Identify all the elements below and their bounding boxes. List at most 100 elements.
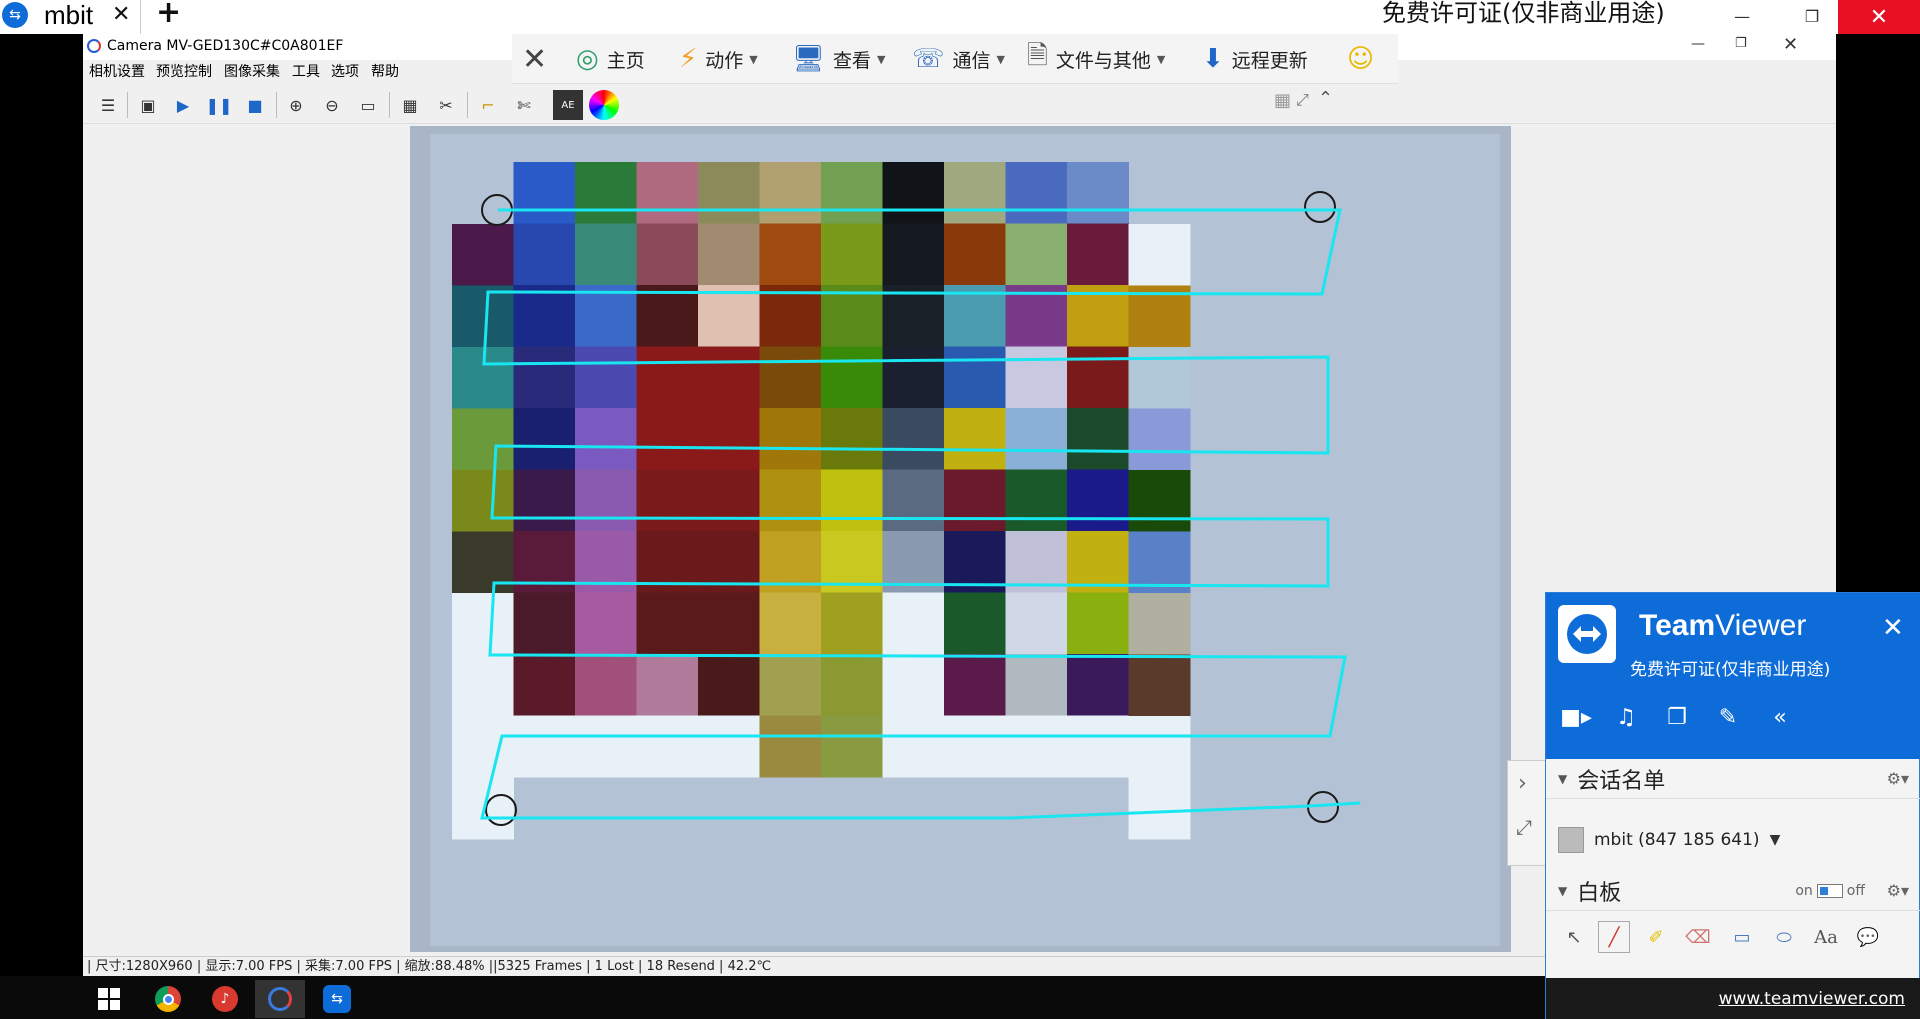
ruler-icon[interactable]: ⌐ <box>473 90 503 120</box>
teamviewer-website-link[interactable]: www.teamviewer.com <box>1719 989 1905 1009</box>
lightning-icon: ⚡ <box>679 44 698 74</box>
fit-screen-icon[interactable]: ▭ <box>353 90 383 120</box>
camera-maximize-icon[interactable]: ❐ <box>1735 36 1765 58</box>
panel-close-icon[interactable]: ✕ <box>1882 613 1904 643</box>
camera-minimize-icon[interactable]: — <box>1691 36 1721 58</box>
pen-icon[interactable]: ╱ <box>1598 921 1630 953</box>
home-icon: ◎ <box>576 44 599 74</box>
text-tool-icon[interactable]: Aa <box>1810 921 1842 953</box>
toolbar-files-button[interactable]: 🗎 文件与其他 ▼ <box>1027 41 1165 76</box>
camera-app-taskbar-icon[interactable] <box>255 980 305 1018</box>
color-patch <box>452 716 514 778</box>
color-patch <box>821 654 883 716</box>
grid-icon[interactable]: ▦ <box>1274 90 1291 111</box>
stop-icon[interactable]: ■ <box>240 90 270 120</box>
chevron-right-icon[interactable]: › <box>1518 771 1527 796</box>
color-patch <box>944 592 1006 655</box>
menu-preview-control[interactable]: 预览控制 <box>156 62 212 82</box>
collapse-panel-icon[interactable]: « <box>1762 699 1798 735</box>
headset-icon[interactable]: ♫ <box>1608 699 1644 735</box>
toolbar-actions-button[interactable]: ⚡ 动作 ▼ <box>679 42 758 76</box>
zoom-out-icon[interactable]: ⊖ <box>317 90 347 120</box>
wrench-icon[interactable]: ✄ <box>509 90 539 120</box>
chevron-down-icon: ▼ <box>996 52 1005 66</box>
snapshot-icon[interactable]: ▣ <box>133 90 163 120</box>
camera-close-icon[interactable]: ✕ <box>1783 34 1813 56</box>
toolbar-remote-update-button[interactable]: ⬇ 远程更新 <box>1202 42 1308 76</box>
color-patch <box>1005 654 1068 716</box>
camera-menubar: 相机设置 预览控制 图像采集 工具 选项 帮助 <box>83 62 513 84</box>
window-close-button[interactable]: ✕ <box>1838 0 1920 34</box>
ellipse-icon[interactable]: ⬭ <box>1768 921 1800 953</box>
image-settings-icon[interactable]: ▦ <box>395 90 425 120</box>
highlighter-icon[interactable]: ✐ <box>1640 921 1672 953</box>
netease-music-icon[interactable]: ♪ <box>200 980 250 1018</box>
copy-files-icon[interactable]: ❐ <box>1659 699 1695 735</box>
zoom-in-icon[interactable]: ⊕ <box>281 90 311 120</box>
toggle-switch[interactable] <box>1816 883 1843 898</box>
eraser-icon[interactable]: ⌫ <box>1682 921 1714 953</box>
close-tab-icon[interactable]: ✕ <box>112 0 130 30</box>
gear-icon[interactable]: ⚙▾ <box>1887 769 1909 788</box>
toggle-off-label: off <box>1846 882 1865 899</box>
session-list-header[interactable]: ▼ 会话名单 ⚙▾ <box>1546 759 1920 799</box>
triangle-down-icon: ▼ <box>1558 883 1568 898</box>
teamviewer-taskbar-icon[interactable]: ⇆ <box>312 980 362 1018</box>
color-patch <box>882 592 945 655</box>
color-patch <box>1067 162 1129 224</box>
color-patch <box>452 470 514 532</box>
pause-icon[interactable]: ❚❚ <box>204 90 234 120</box>
color-patch <box>575 715 637 778</box>
camera-window-title: Camera MV-GED130C#C0A801EF <box>107 38 344 54</box>
restore-icon[interactable]: ❐ <box>1792 2 1832 30</box>
whiteboard-tools: ↖ ╱ ✐ ⌫ ▭ ⬭ Aa 💬 <box>1546 911 1920 961</box>
play-icon[interactable]: ▶ <box>168 90 198 120</box>
toolbar-communicate-button[interactable]: ☏ 通信 ▼ <box>912 42 1005 76</box>
camera-list-icon[interactable]: ☰ <box>93 90 123 120</box>
color-patch <box>513 346 576 409</box>
color-patch <box>882 715 945 778</box>
menu-options[interactable]: 选项 <box>331 62 359 82</box>
whiteboard-header[interactable]: ▼ 白板 on off ⚙▾ <box>1546 871 1920 911</box>
triangle-down-icon: ▼ <box>1558 771 1568 786</box>
add-tab-button[interactable]: + <box>156 0 181 30</box>
camera-app-icon <box>87 39 101 53</box>
color-patch <box>759 654 822 716</box>
color-patch <box>513 408 576 470</box>
pointer-icon[interactable]: ↖ <box>1558 921 1590 953</box>
color-patch <box>821 223 883 286</box>
rectangle-icon[interactable]: ▭ <box>1726 921 1758 953</box>
tools-icon[interactable]: ✂ <box>431 90 461 120</box>
gear-icon[interactable]: ⚙▾ <box>1887 881 1909 900</box>
menu-camera-settings[interactable]: 相机设置 <box>89 62 145 82</box>
menu-tools[interactable]: 工具 <box>292 62 320 82</box>
expand-icon[interactable]: ⤢ <box>1296 90 1309 110</box>
chevron-down-icon: ▼ <box>749 52 758 66</box>
toolbar-view-button[interactable]: 🖥 查看 ▼ <box>792 42 886 76</box>
windows-start-icon[interactable] <box>84 980 134 1018</box>
video-icon[interactable]: ■▸ <box>1558 699 1594 735</box>
color-wheel-icon[interactable] <box>589 90 619 120</box>
fullscreen-icon[interactable]: ⤢ <box>1516 815 1532 839</box>
menu-image-capture[interactable]: 图像采集 <box>224 62 280 82</box>
session-entry[interactable]: mbit (847 185 641) ▼ <box>1546 813 1920 867</box>
color-patch <box>1128 224 1191 286</box>
auto-exposure-icon[interactable]: AE <box>553 90 583 120</box>
chevron-up-icon[interactable]: ⌃ <box>1318 88 1333 109</box>
color-patch <box>882 654 945 716</box>
remote-update-label: 远程更新 <box>1231 49 1308 72</box>
session-tab-title[interactable]: mbit <box>44 0 93 30</box>
camera-image[interactable] <box>410 126 1511 952</box>
phone-chat-icon: ☏ <box>912 44 945 74</box>
chevron-down-icon[interactable]: ▼ <box>1770 832 1781 848</box>
close-session-button[interactable]: ✕ <box>522 42 555 77</box>
actions-label: 动作 <box>705 49 744 72</box>
menu-help[interactable]: 帮助 <box>371 62 399 82</box>
speech-bubble-icon[interactable]: 💬 <box>1852 921 1884 953</box>
feedback-smiley-button[interactable]: ☺ <box>1347 42 1382 76</box>
minimize-icon[interactable]: — <box>1722 2 1762 30</box>
whiteboard-brush-icon[interactable]: ✎ <box>1710 699 1746 735</box>
chrome-icon[interactable] <box>143 980 193 1018</box>
whiteboard-toggle[interactable]: on off <box>1795 883 1865 899</box>
toolbar-home-button[interactable]: ◎ 主页 <box>576 42 645 76</box>
